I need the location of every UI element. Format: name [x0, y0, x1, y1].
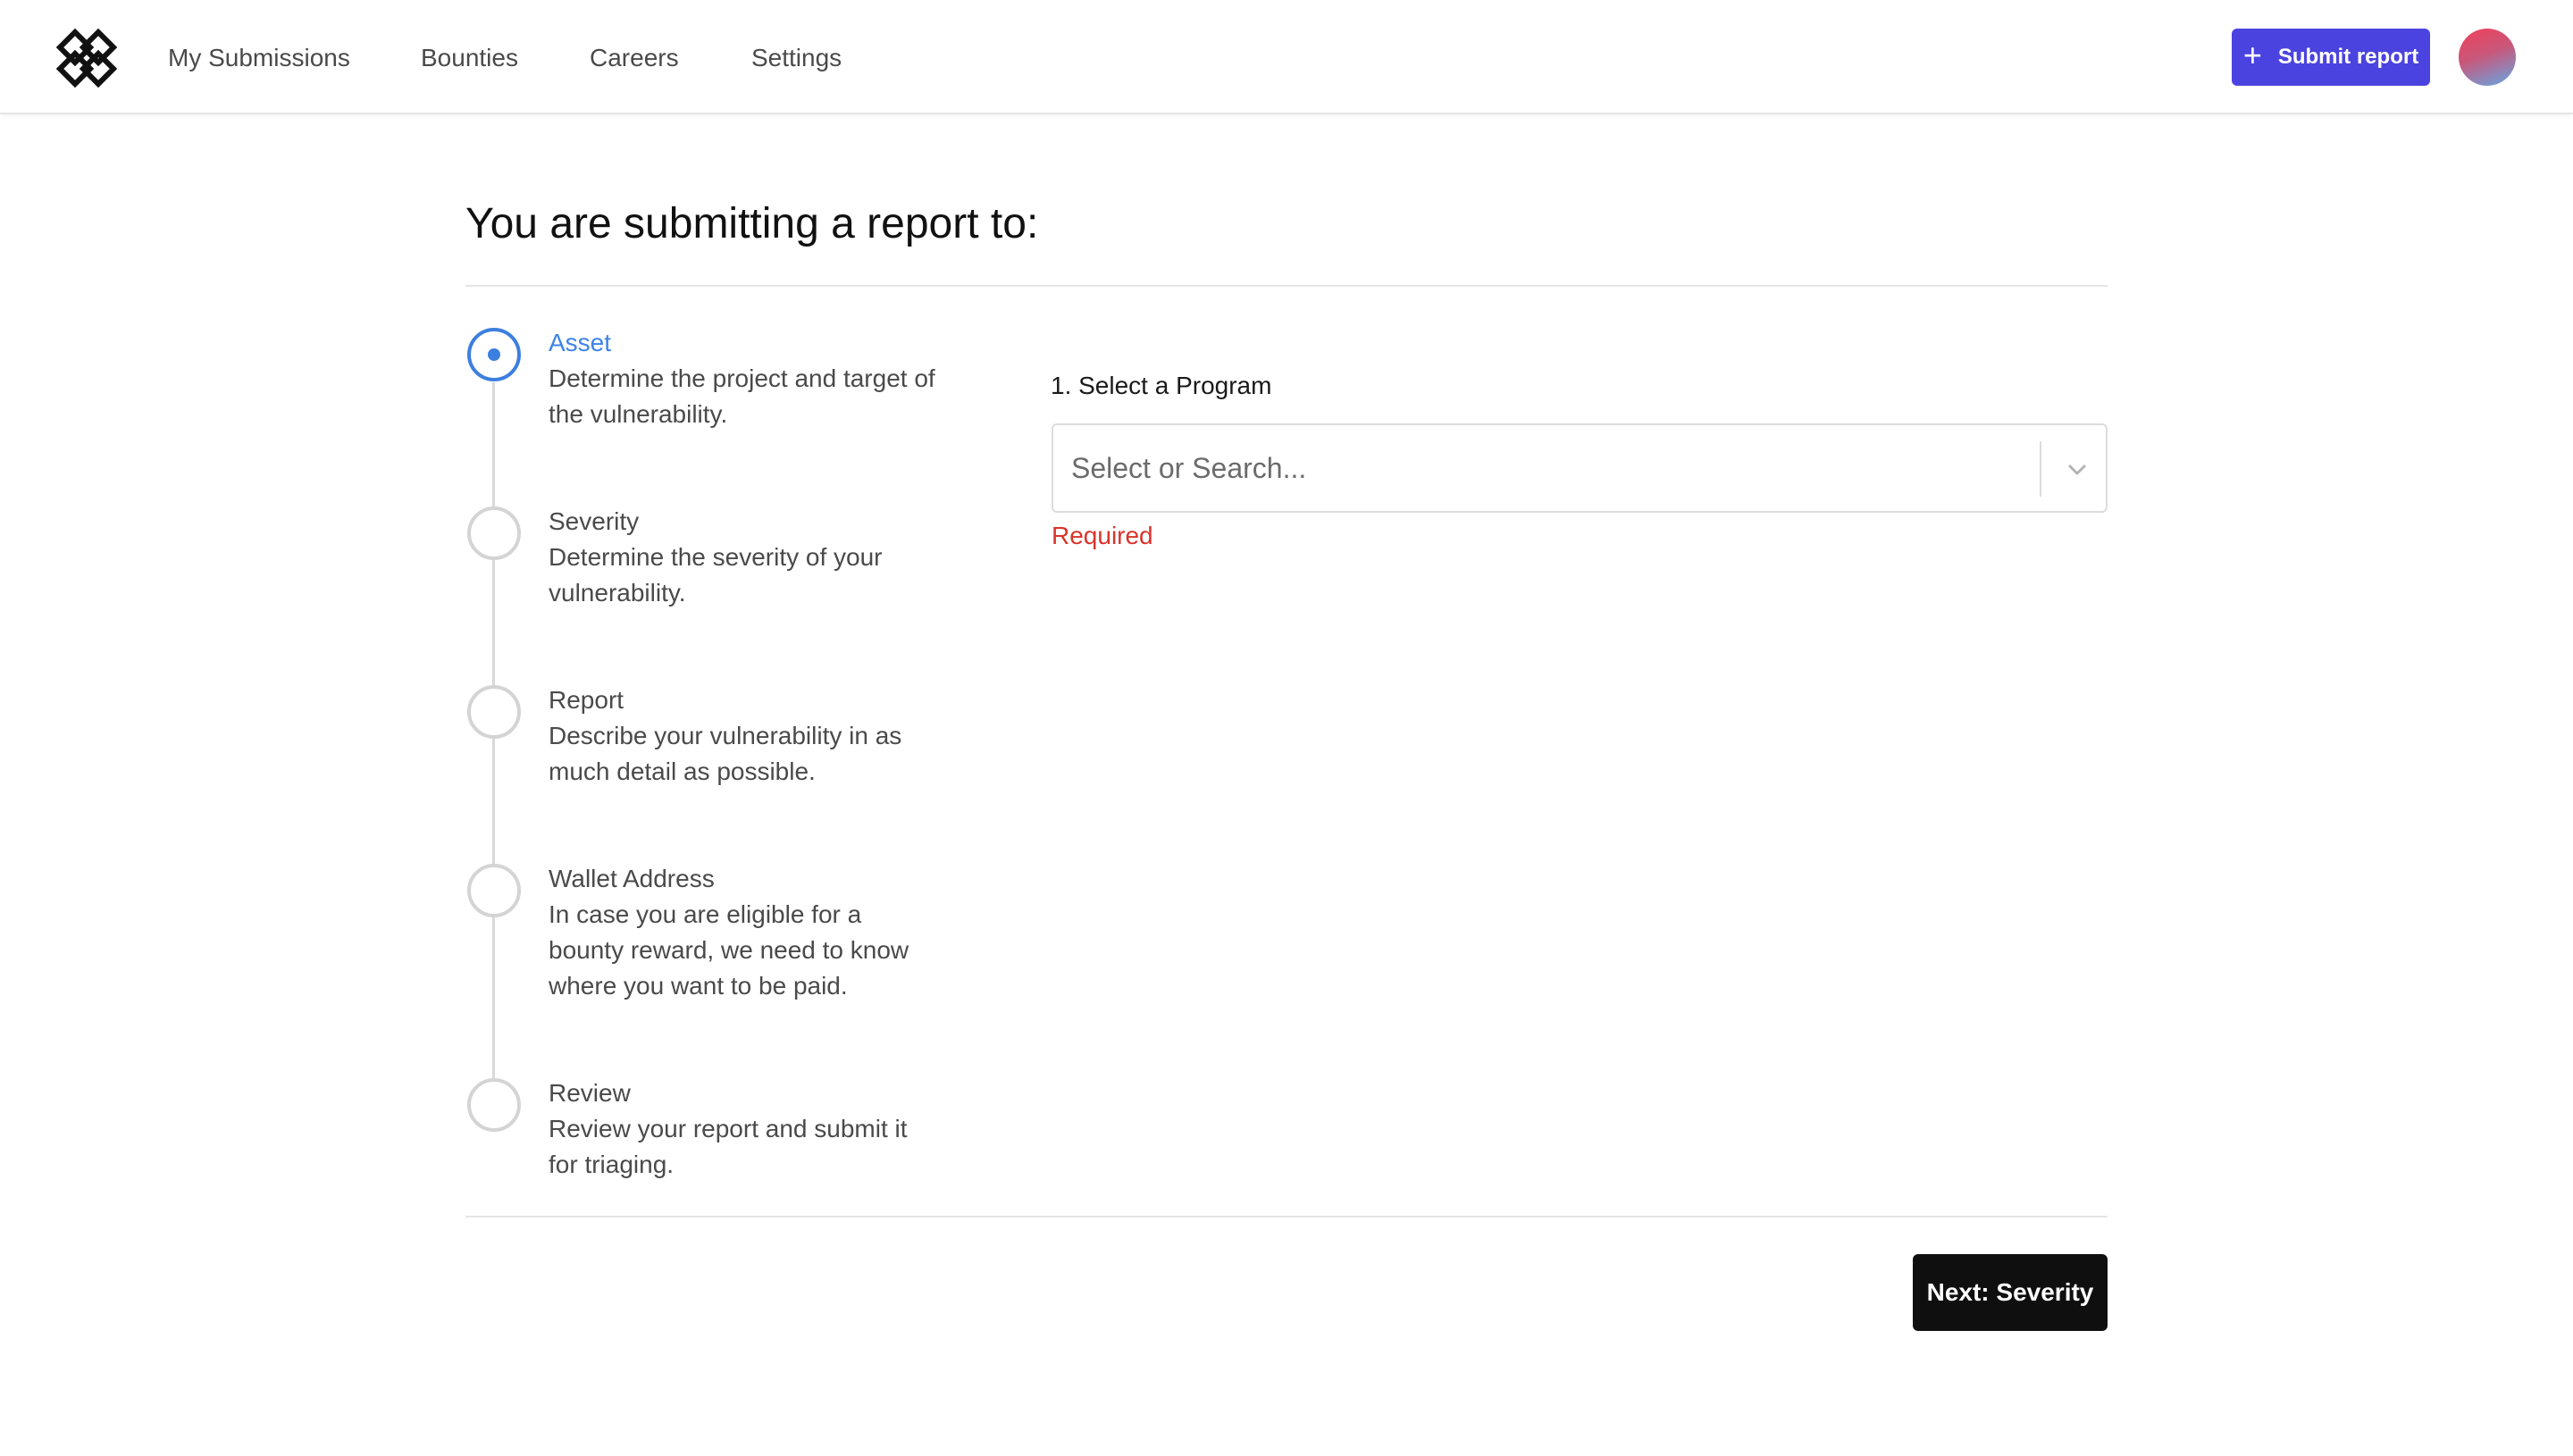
select-program-label: 1. Select a Program [1051, 372, 1272, 399]
step-title-severity[interactable]: Severity [549, 504, 639, 540]
footer-divider [465, 1216, 2108, 1218]
chevron-down-icon[interactable] [2059, 452, 2095, 488]
active-dot-icon [488, 348, 500, 361]
step-desc-severity: Determine the severity of your vulnerabi… [549, 543, 883, 607]
required-error: Required [1052, 522, 1153, 549]
step-desc-review: Review your report and submit it for tri… [549, 1115, 908, 1178]
step-indicator-report[interactable] [467, 685, 521, 739]
plus-icon: + [2242, 37, 2262, 73]
submit-report-label: Submit report [2277, 45, 2419, 69]
step-indicator-wallet-address[interactable] [467, 864, 521, 917]
step-indicator-severity[interactable] [467, 506, 521, 560]
select-separator [2040, 441, 2041, 497]
nav-bounties[interactable]: Bounties [421, 43, 518, 73]
step-indicator-review[interactable] [467, 1078, 521, 1132]
stepper-line [492, 382, 495, 1104]
step-title-wallet-address[interactable]: Wallet Address [549, 861, 715, 897]
step-desc-asset: Determine the project and target of the … [549, 364, 935, 428]
step-indicator-asset[interactable] [467, 328, 521, 381]
step-desc-wallet-address: In case you are eligible for a bounty re… [549, 900, 909, 1000]
top-navbar: My Submissions Bounties Careers Settings… [0, 0, 2573, 114]
step-title-asset[interactable]: Asset [549, 325, 611, 361]
step-title-review[interactable]: Review [549, 1075, 631, 1111]
nav-careers[interactable]: Careers [590, 43, 679, 73]
nav-my-submissions[interactable]: My Submissions [168, 43, 350, 73]
program-select[interactable] [1052, 423, 2108, 513]
next-severity-button[interactable]: Next: Severity [1913, 1254, 2108, 1331]
logo-icon[interactable] [55, 27, 118, 89]
page-title: You are submitting a report to: [465, 200, 1039, 247]
header-divider [465, 285, 2108, 287]
program-search-input[interactable] [1071, 425, 2018, 511]
nav-settings[interactable]: Settings [751, 43, 842, 73]
step-desc-report: Describe your vulnerability in as much d… [549, 722, 902, 785]
step-title-report[interactable]: Report [549, 682, 624, 718]
submit-report-button[interactable]: + Submit report [2232, 29, 2430, 86]
avatar[interactable] [2459, 29, 2516, 86]
